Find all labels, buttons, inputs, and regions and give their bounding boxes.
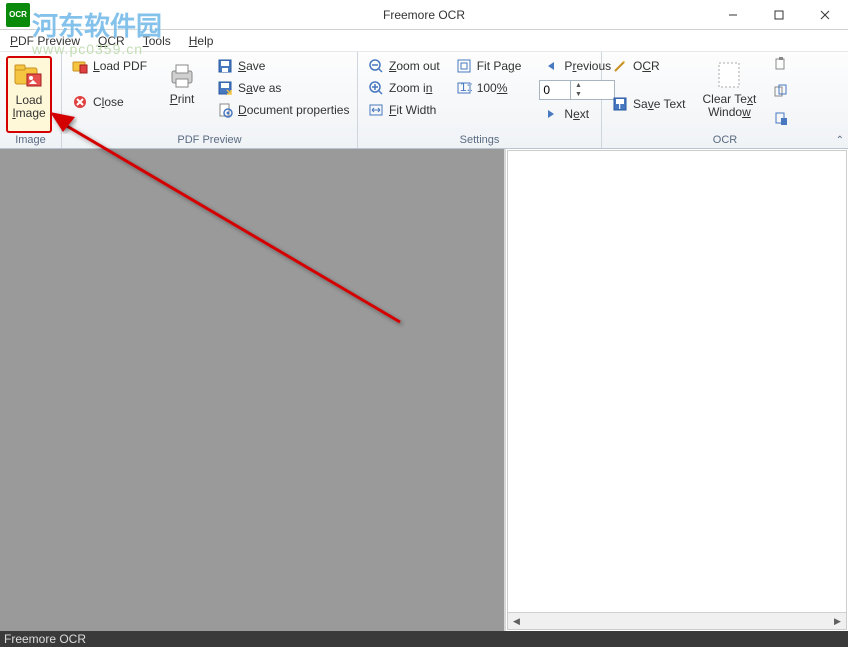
zoom-out-icon xyxy=(368,58,384,74)
fit-page-button[interactable]: Fit Page xyxy=(452,56,526,76)
group-label-pdf-preview: PDF Preview xyxy=(68,133,351,147)
load-image-button[interactable]: LoadImage xyxy=(6,56,52,133)
status-text: Freemore OCR xyxy=(4,632,86,646)
ribbon-expand-button[interactable]: ⌃ xyxy=(836,135,844,146)
doc-props-label: Document properties xyxy=(238,103,349,117)
load-image-label: LoadImage xyxy=(12,94,45,120)
zoom-out-button[interactable]: Zoom out xyxy=(364,56,444,76)
spin-down-button[interactable]: ▼ xyxy=(571,90,585,99)
save-button[interactable]: Save xyxy=(213,56,353,76)
menu-tools[interactable]: Tools xyxy=(143,34,171,48)
content-area: ◀ ▶ xyxy=(0,149,848,631)
next-label: Next xyxy=(564,107,589,121)
folder-pdf-icon xyxy=(72,58,88,74)
zoom-100-label: 100% xyxy=(477,81,508,95)
zoom-in-label: Zoom in xyxy=(389,81,432,95)
zoom-in-button[interactable]: Zoom in xyxy=(364,78,444,98)
blank-page-icon xyxy=(713,59,745,91)
group-label-ocr: OCR xyxy=(608,133,842,147)
fit-width-icon xyxy=(368,102,384,118)
title-bar: OCR Freemore OCR xyxy=(0,0,848,30)
horizontal-scrollbar[interactable]: ◀ ▶ xyxy=(508,612,846,629)
zoom-100-button[interactable]: 1:1 100% xyxy=(452,78,526,98)
save-text-label: Save Text xyxy=(633,97,686,111)
ocr-text-output[interactable] xyxy=(508,151,846,612)
save-as-icon xyxy=(217,80,233,96)
ribbon-group-image: LoadImage Image xyxy=(0,52,62,148)
scroll-left-button[interactable]: ◀ xyxy=(508,613,525,630)
load-pdf-label: Load PDF xyxy=(93,59,147,73)
scroll-right-button[interactable]: ▶ xyxy=(829,613,846,630)
save-label: Save xyxy=(238,59,265,73)
ocr-label: OCR xyxy=(633,59,660,73)
maximize-button[interactable] xyxy=(756,0,802,30)
folder-image-icon xyxy=(13,60,45,92)
svg-text:T: T xyxy=(616,98,624,112)
text-output-pane: ◀ ▶ xyxy=(507,150,847,630)
ocr-button[interactable]: OCR xyxy=(608,56,690,76)
menu-ocr[interactable]: OCR xyxy=(98,34,125,48)
save-text-button[interactable]: T Save Text xyxy=(608,94,690,114)
save-text-icon: T xyxy=(612,96,628,112)
ribbon-group-settings: Zoom out Zoom in Fit Width Fit Page 1:1 xyxy=(358,52,602,148)
spin-up-button[interactable]: ▲ xyxy=(571,81,585,90)
close-x-icon xyxy=(72,94,88,110)
minimize-button[interactable] xyxy=(710,0,756,30)
ribbon: LoadImage Image Load PDF Close Print xyxy=(0,52,848,149)
fit-width-button[interactable]: Fit Width xyxy=(364,100,444,120)
menu-pdf-preview[interactable]: PDF Preview xyxy=(10,34,80,48)
status-bar: Freemore OCR xyxy=(0,631,848,647)
copy-icon[interactable] xyxy=(773,56,789,75)
group-label-image: Image xyxy=(6,133,55,147)
menu-bar: PDF Preview OCR Tools Help xyxy=(0,30,848,52)
clear-text-label: Clear TextWindow xyxy=(703,93,757,119)
close-pdf-label: Close xyxy=(93,95,124,109)
print-button[interactable]: Print xyxy=(159,56,205,133)
window-controls xyxy=(710,0,848,30)
document-properties-button[interactable]: Document properties xyxy=(213,100,353,120)
zoom-100-icon: 1:1 xyxy=(456,80,472,96)
ribbon-group-ocr: OCR T Save Text Clear TextWindow OCR xyxy=(602,52,848,148)
paste-icon[interactable] xyxy=(773,110,789,129)
fit-page-label: Fit Page xyxy=(477,59,522,73)
multi-copy-icon[interactable] xyxy=(773,83,789,102)
triangle-left-icon xyxy=(543,58,559,74)
window-title: Freemore OCR xyxy=(383,8,465,22)
svg-text:1:1: 1:1 xyxy=(460,80,472,94)
save-icon xyxy=(217,58,233,74)
zoom-in-icon xyxy=(368,80,384,96)
fit-width-label: Fit Width xyxy=(389,103,436,117)
clear-text-button[interactable]: Clear TextWindow xyxy=(698,56,762,133)
close-button[interactable] xyxy=(802,0,848,30)
page-number-input[interactable] xyxy=(540,83,570,97)
save-as-label: Save as xyxy=(238,81,281,95)
load-pdf-button[interactable]: Load PDF xyxy=(68,56,151,76)
print-label: Print xyxy=(170,93,195,106)
doc-props-icon xyxy=(217,102,233,118)
printer-icon xyxy=(166,59,198,91)
triangle-right-icon xyxy=(543,106,559,122)
preview-pane[interactable] xyxy=(0,149,506,631)
fit-page-icon xyxy=(456,58,472,74)
wand-icon xyxy=(612,58,628,74)
menu-help[interactable]: Help xyxy=(189,34,214,48)
zoom-out-label: Zoom out xyxy=(389,59,440,73)
group-label-settings: Settings xyxy=(364,133,595,147)
ribbon-group-pdf-preview: Load PDF Close Print Save Save as xyxy=(62,52,358,148)
app-icon: OCR xyxy=(6,3,30,27)
close-pdf-button[interactable]: Close xyxy=(68,92,151,112)
save-as-button[interactable]: Save as xyxy=(213,78,353,98)
